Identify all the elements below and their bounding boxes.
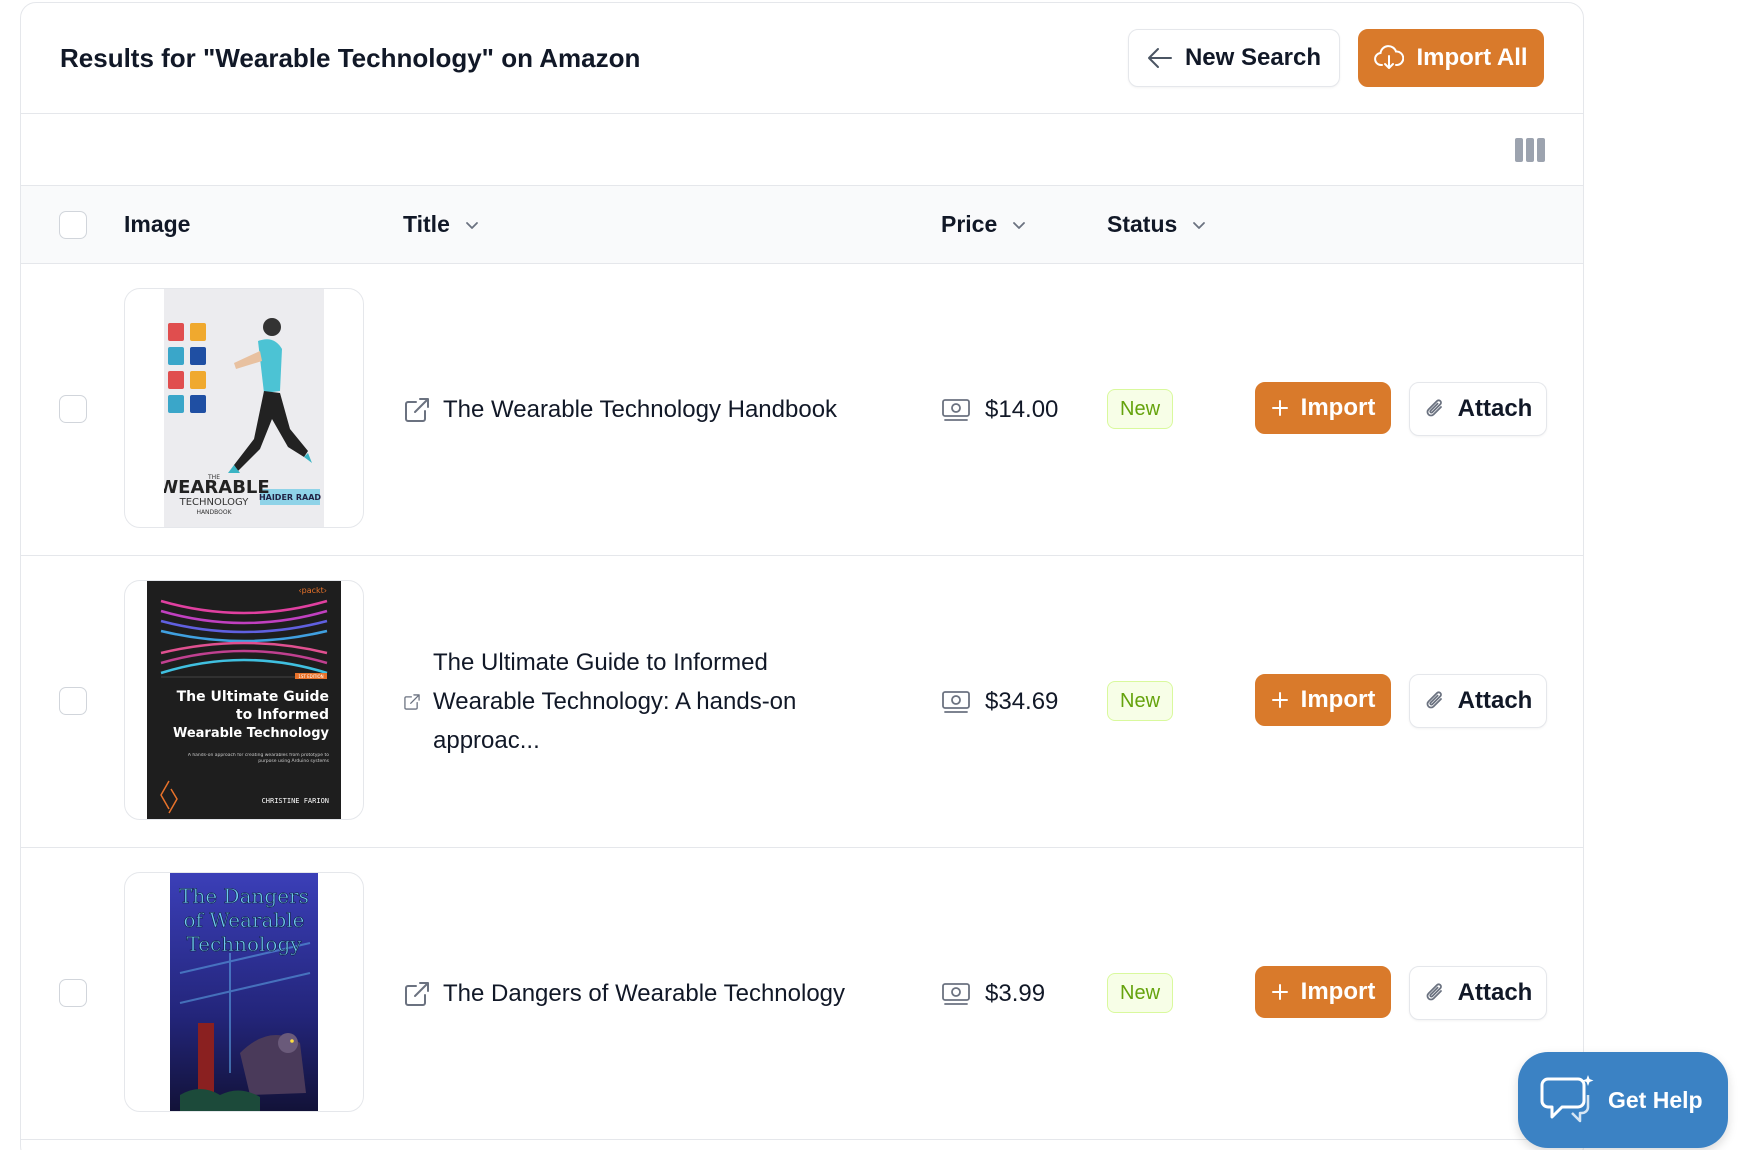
title-cell: The Wearable Technology Handbook: [403, 264, 873, 555]
svg-text:Wearable Technology: Wearable Technology: [173, 726, 330, 741]
import-label: Import: [1300, 978, 1376, 1005]
select-all-checkbox[interactable]: [59, 210, 87, 239]
book-cover-image: HAIDER RAAD THE WEARABLE TECHNOLOGY HAND…: [164, 289, 324, 527]
table-toolbar: [21, 114, 1583, 186]
status-badge: New: [1107, 973, 1174, 1013]
import-button[interactable]: Import: [1255, 674, 1391, 726]
plus-icon: [1271, 984, 1288, 1000]
arrow-left-icon: [1147, 48, 1172, 68]
row-checkbox[interactable]: [59, 979, 87, 1007]
product-title[interactable]: The Wearable Technology Handbook: [443, 390, 837, 429]
table-row: HAIDER RAAD THE WEARABLE TECHNOLOGY HAND…: [21, 264, 1583, 556]
svg-text:WEARABLE: WEARABLE: [164, 477, 270, 498]
row-checkbox[interactable]: [59, 687, 87, 715]
status-badge: New: [1107, 389, 1174, 429]
price-value: $34.69: [985, 687, 1059, 715]
page-title: Results for "Wearable Technology" on Ama…: [60, 42, 641, 73]
paperclip-icon: [1426, 983, 1442, 1001]
price-value: $3.99: [985, 979, 1046, 1007]
table-header: Image Title Price Status: [21, 186, 1583, 264]
chevron-down-icon: [1193, 221, 1206, 229]
product-title[interactable]: The Dangers of Wearable Technology: [443, 974, 845, 1013]
book-cover-image: ‹packt› 1ST EDITION The Ultimate Guide t…: [147, 581, 341, 819]
svg-text:of Wearable: of Wearable: [183, 908, 304, 932]
product-title[interactable]: The Ultimate Guide to Informed Wearable …: [433, 643, 873, 760]
chevron-down-icon: [465, 221, 478, 229]
svg-text:‹packt›: ‹packt›: [298, 586, 327, 595]
table-row: ‹packt› 1ST EDITION The Ultimate Guide t…: [21, 556, 1583, 848]
attach-button[interactable]: Attach: [1409, 382, 1547, 436]
import-button[interactable]: Import: [1255, 966, 1391, 1018]
svg-text:TECHNOLOGY: TECHNOLOGY: [179, 497, 250, 508]
svg-text:1ST EDITION: 1ST EDITION: [298, 674, 323, 679]
paperclip-icon: [1426, 399, 1442, 417]
chat-bubble-icon: [1540, 1075, 1594, 1123]
columns-icon[interactable]: [1515, 137, 1545, 162]
price-value: $14.00: [985, 395, 1059, 423]
import-button[interactable]: Import: [1255, 382, 1391, 434]
price-cell: $34.69: [941, 556, 1058, 847]
product-image: The Dangers of Wearable Technology: [124, 872, 364, 1112]
row-checkbox[interactable]: [59, 395, 87, 423]
results-header: Results for "Wearable Technology" on Ama…: [21, 3, 1583, 114]
import-label: Import: [1300, 686, 1376, 713]
product-image: ‹packt› 1ST EDITION The Ultimate Guide t…: [124, 580, 364, 820]
header-actions: New Search Import All: [1128, 29, 1544, 87]
external-link-icon[interactable]: [403, 693, 421, 711]
svg-text:to Informed: to Informed: [236, 707, 329, 723]
column-header-title[interactable]: Title: [403, 211, 480, 238]
attach-button[interactable]: Attach: [1409, 966, 1547, 1020]
cloud-download-icon: [1374, 45, 1405, 69]
table-row: The Dangers of Wearable Technology The D…: [21, 848, 1583, 1140]
import-label: Import: [1300, 394, 1376, 421]
paperclip-icon: [1426, 691, 1442, 709]
plus-icon: [1271, 400, 1288, 416]
price-cell: $14.00: [941, 264, 1058, 555]
external-link-icon[interactable]: [403, 980, 431, 1008]
svg-text:Technology: Technology: [186, 932, 302, 956]
column-header-price[interactable]: Price: [941, 211, 1027, 238]
import-all-label: Import All: [1416, 44, 1528, 71]
svg-text:HANDBOOK: HANDBOOK: [196, 509, 232, 516]
money-icon: [942, 398, 970, 421]
svg-text:The Dangers: The Dangers: [179, 884, 309, 908]
attach-label: Attach: [1457, 979, 1533, 1006]
product-image: HAIDER RAAD THE WEARABLE TECHNOLOGY HAND…: [124, 288, 364, 528]
book-cover-image: The Dangers of Wearable Technology: [170, 873, 318, 1111]
svg-text:The Ultimate Guide: The Ultimate Guide: [177, 689, 329, 705]
results-panel: Results for "Wearable Technology" on Ama…: [20, 2, 1584, 1150]
title-cell: The Ultimate Guide to Informed Wearable …: [403, 556, 873, 847]
plus-icon: [1271, 692, 1288, 708]
import-all-button[interactable]: Import All: [1358, 29, 1544, 87]
get-help-button[interactable]: Get Help: [1518, 1052, 1728, 1148]
attach-label: Attach: [1457, 395, 1533, 422]
get-help-label: Get Help: [1608, 1086, 1703, 1113]
title-cell: The Dangers of Wearable Technology: [403, 848, 873, 1139]
money-icon: [942, 690, 970, 713]
price-cell: $3.99: [941, 848, 1045, 1139]
column-header-image: Image: [124, 211, 191, 237]
attach-label: Attach: [1457, 687, 1533, 714]
external-link-icon[interactable]: [403, 396, 431, 424]
chevron-down-icon: [1013, 221, 1026, 229]
attach-button[interactable]: Attach: [1409, 674, 1547, 728]
money-icon: [942, 982, 970, 1005]
new-search-button[interactable]: New Search: [1128, 29, 1340, 87]
status-badge: New: [1107, 681, 1174, 721]
new-search-label: New Search: [1184, 44, 1322, 71]
svg-text:CHRISTINE FARION: CHRISTINE FARION: [262, 797, 329, 805]
column-header-status[interactable]: Status: [1107, 211, 1207, 238]
